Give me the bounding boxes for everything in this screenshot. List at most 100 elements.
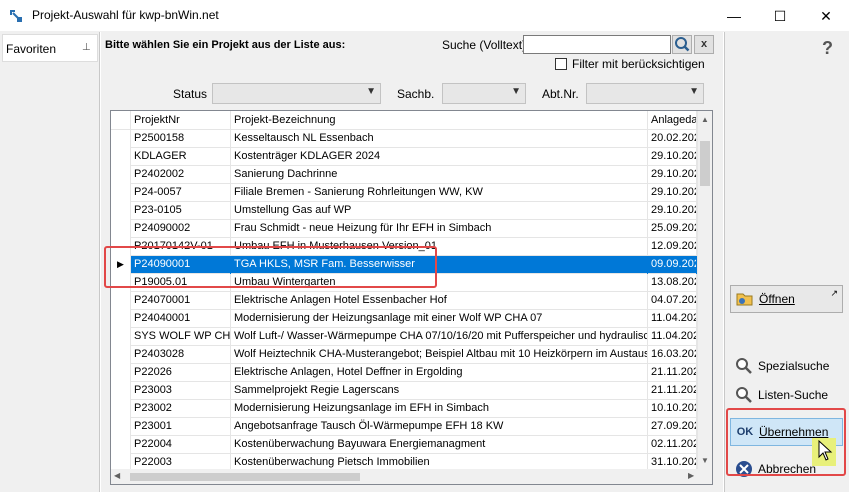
project-grid[interactable]: ProjektNr Projekt-Bezeichnung Anlageda P…: [110, 110, 713, 470]
cell-bezeichnung[interactable]: Modernisierung Heizungsanlage im EFH in …: [231, 400, 648, 418]
cell-anlagedatum[interactable]: 29.10.202: [648, 184, 697, 202]
cell-anlagedatum[interactable]: 09.09.202: [648, 256, 697, 274]
table-row[interactable]: P22004 Kostenüberwachung Bayuwara Energie…: [111, 436, 697, 454]
row-indicator[interactable]: [111, 364, 131, 382]
cell-bezeichnung[interactable]: Kostenträger KDLAGER 2024: [231, 148, 648, 166]
cell-anlagedatum[interactable]: 02.11.202: [648, 436, 697, 454]
table-row[interactable]: P24-0057 Filiale Bremen - Sanierung Rohrl…: [111, 184, 697, 202]
column-header-bezeichnung[interactable]: Projekt-Bezeichnung: [231, 111, 648, 130]
cell-bezeichnung[interactable]: Kostenüberwachung Pietsch Immobilien: [231, 454, 648, 469]
search-input[interactable]: [523, 35, 671, 54]
cell-projektnr[interactable]: P24090002: [131, 220, 231, 238]
row-indicator[interactable]: [111, 130, 131, 148]
cell-bezeichnung[interactable]: Kostenüberwachung Bayuwara Energiemanagm…: [231, 436, 648, 454]
cell-projektnr[interactable]: KDLAGER: [131, 148, 231, 166]
scroll-left-icon[interactable]: ◀: [114, 471, 120, 480]
cell-projektnr[interactable]: P2402002: [131, 166, 231, 184]
vertical-scroll-thumb[interactable]: [700, 141, 710, 186]
row-indicator[interactable]: [111, 220, 131, 238]
cell-bezeichnung[interactable]: Filiale Bremen - Sanierung Rohrleitungen…: [231, 184, 648, 202]
table-row[interactable]: SYS WOLF WP CHA Wolf Luft-/ Wasser-Wärmep…: [111, 328, 697, 346]
cell-projektnr[interactable]: P24-0057: [131, 184, 231, 202]
cell-projektnr[interactable]: P23002: [131, 400, 231, 418]
filter-checkbox[interactable]: [555, 58, 567, 70]
cell-anlagedatum[interactable]: 11.04.202: [648, 310, 697, 328]
row-indicator[interactable]: [111, 184, 131, 202]
cell-bezeichnung[interactable]: Wolf Luft-/ Wasser-Wärmepumpe CHA 07/10/…: [231, 328, 648, 346]
cell-bezeichnung[interactable]: Modernisierung der Heizungsanlage mit ei…: [231, 310, 648, 328]
table-row[interactable]: P2402002 Sanierung Dachrinne 29.10.202: [111, 166, 697, 184]
cell-anlagedatum[interactable]: 21.11.202: [648, 382, 697, 400]
clear-search-button[interactable]: x: [694, 35, 714, 54]
row-indicator[interactable]: [111, 436, 131, 454]
table-row[interactable]: P24070001 Elektrische Anlagen Hotel Essen…: [111, 292, 697, 310]
cell-projektnr[interactable]: P22003: [131, 454, 231, 469]
scroll-down-icon[interactable]: ▼: [701, 456, 709, 465]
sachb-dropdown[interactable]: ▼: [442, 83, 526, 104]
table-row[interactable]: P23003 Sammelprojekt Regie Lagerscans 21.1…: [111, 382, 697, 400]
table-row[interactable]: P23001 Angebotsanfrage Tausch Öl-Wärmepum…: [111, 418, 697, 436]
cell-projektnr[interactable]: P23001: [131, 418, 231, 436]
table-row[interactable]: P23-0105 Umstellung Gas auf WP 29.10.202: [111, 202, 697, 220]
table-row[interactable]: P22003 Kostenüberwachung Pietsch Immobili…: [111, 454, 697, 469]
table-row[interactable]: P22026 Elektrische Anlagen, Hotel Deffner…: [111, 364, 697, 382]
scroll-right-icon[interactable]: ▶: [688, 471, 694, 480]
column-header-projektnr[interactable]: ProjektNr: [131, 111, 231, 130]
row-indicator[interactable]: [111, 202, 131, 220]
row-indicator[interactable]: [111, 328, 131, 346]
cell-anlagedatum[interactable]: 13.08.202: [648, 274, 697, 292]
cell-projektnr[interactable]: P23-0105: [131, 202, 231, 220]
cell-bezeichnung[interactable]: Sanierung Dachrinne: [231, 166, 648, 184]
cell-anlagedatum[interactable]: 16.03.202: [648, 346, 697, 364]
cell-bezeichnung[interactable]: Umstellung Gas auf WP: [231, 202, 648, 220]
cell-projektnr[interactable]: P22026: [131, 364, 231, 382]
cell-projektnr[interactable]: SYS WOLF WP CHA: [131, 328, 231, 346]
cell-anlagedatum[interactable]: 21.11.202: [648, 364, 697, 382]
cell-bezeichnung[interactable]: Kesseltausch NL Essenbach: [231, 130, 648, 148]
help-icon[interactable]: ?: [822, 38, 833, 59]
table-row[interactable]: P2500158 Kesseltausch NL Essenbach 20.02.2…: [111, 130, 697, 148]
open-button[interactable]: Öffnen ↗: [730, 285, 843, 313]
cell-projektnr[interactable]: P23003: [131, 382, 231, 400]
cell-bezeichnung[interactable]: Sammelprojekt Regie Lagerscans: [231, 382, 648, 400]
cell-anlagedatum[interactable]: 29.10.202: [648, 202, 697, 220]
cell-projektnr[interactable]: P2500158: [131, 130, 231, 148]
cell-projektnr[interactable]: P24070001: [131, 292, 231, 310]
minimize-button[interactable]: —: [711, 0, 757, 32]
table-row[interactable]: P23002 Modernisierung Heizungsanlage im E…: [111, 400, 697, 418]
cell-bezeichnung[interactable]: Frau Schmidt - neue Heizung für Ihr EFH …: [231, 220, 648, 238]
scroll-up-icon[interactable]: ▲: [701, 115, 709, 124]
cell-bezeichnung[interactable]: Elektrische Anlagen, Hotel Deffner in Er…: [231, 364, 648, 382]
cell-projektnr[interactable]: P2403028: [131, 346, 231, 364]
cell-anlagedatum[interactable]: 25.09.202: [648, 220, 697, 238]
cell-anlagedatum[interactable]: 10.10.202: [648, 400, 697, 418]
column-header-anlagedatum[interactable]: Anlageda: [648, 111, 697, 130]
row-indicator[interactable]: [111, 418, 131, 436]
cell-anlagedatum[interactable]: 27.09.202: [648, 418, 697, 436]
row-indicator[interactable]: [111, 382, 131, 400]
cell-anlagedatum[interactable]: 29.10.202: [648, 166, 697, 184]
status-dropdown[interactable]: ▼: [212, 83, 381, 104]
cell-anlagedatum[interactable]: 31.10.202: [648, 454, 697, 469]
cell-bezeichnung[interactable]: Wolf Heiztechnik CHA-Musterangebot; Beis…: [231, 346, 648, 364]
row-indicator[interactable]: [111, 292, 131, 310]
cell-anlagedatum[interactable]: 29.10.202: [648, 148, 697, 166]
row-indicator[interactable]: [111, 346, 131, 364]
pin-icon[interactable]: ⊥: [82, 42, 91, 53]
horizontal-scroll-thumb[interactable]: [130, 473, 360, 481]
cell-bezeichnung[interactable]: Angebotsanfrage Tausch Öl-Wärmepumpe EFH…: [231, 418, 648, 436]
table-row[interactable]: KDLAGER Kostenträger KDLAGER 2024 29.10.20…: [111, 148, 697, 166]
cell-projektnr[interactable]: P22004: [131, 436, 231, 454]
row-indicator[interactable]: [111, 400, 131, 418]
table-row[interactable]: P24090002 Frau Schmidt - neue Heizung für…: [111, 220, 697, 238]
close-button[interactable]: ✕: [803, 0, 849, 32]
cell-anlagedatum[interactable]: 11.04.202: [648, 328, 697, 346]
row-indicator[interactable]: [111, 148, 131, 166]
special-search-button[interactable]: Spezialsuche: [730, 352, 843, 380]
cell-bezeichnung[interactable]: Elektrische Anlagen Hotel Essenbacher Ho…: [231, 292, 648, 310]
row-indicator[interactable]: [111, 166, 131, 184]
cell-anlagedatum[interactable]: 04.07.202: [648, 292, 697, 310]
abtnr-dropdown[interactable]: ▼: [586, 83, 704, 104]
row-indicator[interactable]: [111, 454, 131, 469]
table-row[interactable]: P24040001 Modernisierung der Heizungsanla…: [111, 310, 697, 328]
